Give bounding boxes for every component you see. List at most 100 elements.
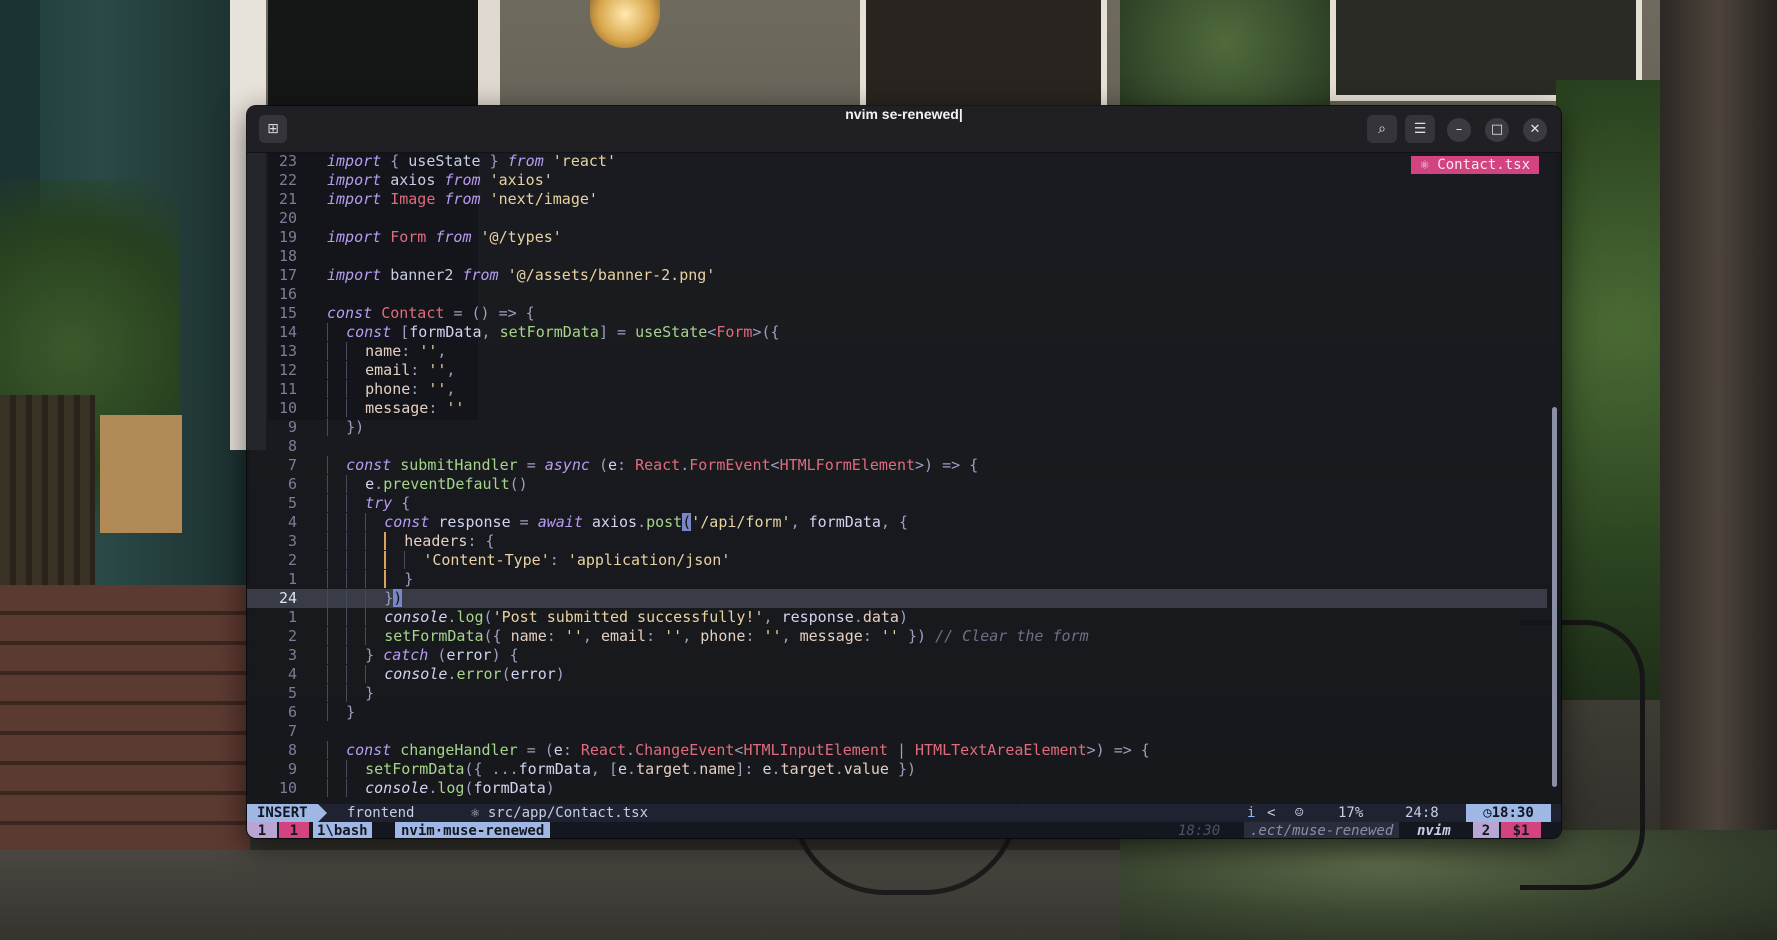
line-number: 7 <box>287 722 297 740</box>
git-branch: frontend <box>347 805 415 821</box>
code-line[interactable]: 5 try { <box>247 494 1547 513</box>
code-line[interactable]: 1 console.log('Post submitted successful… <box>247 608 1547 627</box>
code-line[interactable]: 6 e.preventDefault() <box>247 475 1547 494</box>
tmux-path: .ect/muse-renewed <box>1244 822 1400 838</box>
tmux-session[interactable]: 1 <box>247 822 277 838</box>
line-number: 20 <box>278 209 297 227</box>
line-number: 15 <box>278 304 297 322</box>
code-line[interactable]: 16 <box>247 285 1547 304</box>
line-number: 21 <box>278 190 297 208</box>
code-line[interactable]: 23 import { useState } from 'react' <box>247 152 1547 171</box>
code-line[interactable]: 9 setFormData({ ...formData, [e.target.n… <box>247 760 1547 779</box>
line-number: 3 <box>287 646 297 664</box>
close-icon: ✕ <box>1529 122 1541 137</box>
code-line[interactable]: 19 import Form from '@/types' <box>247 228 1547 247</box>
line-number: 9 <box>287 760 297 778</box>
scroll-percent: 17% <box>1338 805 1364 821</box>
code-line[interactable]: 9 }) <box>247 418 1547 437</box>
line-number: 5 <box>287 684 297 702</box>
code-line[interactable]: 3 } catch (error) { <box>247 646 1547 665</box>
insert-indicator: i <box>1247 805 1256 821</box>
window-title: nvim se-renewed| <box>845 106 963 122</box>
code-line[interactable]: 3 headers: { <box>247 532 1547 551</box>
line-number: 4 <box>287 665 297 683</box>
code-line[interactable]: 8 <box>247 437 1547 456</box>
code-editor[interactable]: ⚛ Contact.tsx 23 import { useState } from… <box>247 152 1561 804</box>
line-number: 4 <box>287 513 297 531</box>
code-line[interactable]: 7 <box>247 722 1547 741</box>
tmux-statusbar: 1 1 1\bash nvim·muse-renewed 18:30 .ect/… <box>247 822 1561 839</box>
cursor-position: 24:8 <box>1405 805 1439 821</box>
code-line[interactable]: 6 } <box>247 703 1547 722</box>
hamburger-menu-icon: ☰ <box>1413 121 1427 137</box>
close-button[interactable]: ✕ <box>1523 118 1547 142</box>
code-line[interactable]: 2 'Content-Type': 'application/json' <box>247 551 1547 570</box>
code-line[interactable]: 14 const [formData, setFormData] = useSt… <box>247 323 1547 342</box>
code-line[interactable]: 21 import Image from 'next/image' <box>247 190 1547 209</box>
code-line[interactable]: 22 import axios from 'axios' <box>247 171 1547 190</box>
line-number: 11 <box>278 380 297 398</box>
line-number: 1 <box>287 570 297 588</box>
line-number: 13 <box>278 342 297 360</box>
code-line[interactable]: 7 const submitHandler = async (e: React.… <box>247 456 1547 475</box>
code-line[interactable]: 8 const changeHandler = (e: React.Change… <box>247 741 1547 760</box>
line-number: 17 <box>278 266 297 284</box>
line-number: 10 <box>278 399 297 417</box>
code-line[interactable]: 4 console.error(error) <box>247 665 1547 684</box>
tmux-clock: 18:30 <box>1178 823 1221 839</box>
nvim-statusline: INSERT frontend ⚛ src/app/Contact.tsx i … <box>247 804 1561 822</box>
line-number: 10 <box>278 779 297 797</box>
code-line[interactable]: 12 email: '', <box>247 361 1547 380</box>
copilot-icon: ☺ <box>1295 805 1304 821</box>
tmux-alert: 1 <box>279 822 309 838</box>
line-number: 22 <box>278 171 297 189</box>
code-line[interactable]: 2 setFormData({ name: '', email: '', pho… <box>247 627 1547 646</box>
line-number: 18 <box>278 247 297 265</box>
line-number: 9 <box>287 418 297 436</box>
vertical-scrollbar[interactable] <box>1552 407 1557 787</box>
minimize-icon: – <box>1455 122 1463 137</box>
minimize-button[interactable]: – <box>1447 118 1471 142</box>
mode-indicator: INSERT <box>247 804 327 822</box>
line-number: 2 <box>287 627 297 645</box>
clock: ◷18:30 <box>1466 804 1551 822</box>
current-code-line[interactable]: 24 }) <box>247 589 1547 608</box>
code-line[interactable]: 15 const Contact = () => { <box>247 304 1547 323</box>
line-number: 6 <box>287 475 297 493</box>
new-tab-icon: ⊞ <box>267 121 279 137</box>
new-tab-button[interactable]: ⊞ <box>259 115 287 143</box>
code-line[interactable]: 20 <box>247 209 1547 228</box>
code-line[interactable]: 5 } <box>247 684 1547 703</box>
terminal-window[interactable]: nvim se-renewed| ⊞ ⌕ ☰ – □ ✕ ⚛ Contact.t… <box>246 105 1562 839</box>
tmux-window-bash[interactable]: 1\bash <box>313 822 372 838</box>
line-number: 5 <box>287 494 297 512</box>
line-number: 6 <box>287 703 297 721</box>
line-number: 1 <box>287 608 297 626</box>
maximize-button[interactable]: □ <box>1485 118 1509 142</box>
code-line[interactable]: 18 <box>247 247 1547 266</box>
line-number: 24 <box>278 589 297 607</box>
tmux-window-nvim[interactable]: nvim·muse-renewed <box>395 822 551 838</box>
line-number: 8 <box>287 741 297 759</box>
code-line[interactable]: 10 console.log(formData) <box>247 779 1547 798</box>
window-titlebar[interactable]: nvim se-renewed| ⊞ ⌕ ☰ – □ ✕ <box>247 106 1561 153</box>
line-number: 8 <box>287 437 297 455</box>
maximize-icon: □ <box>1490 122 1504 137</box>
tmux-host: nvim <box>1417 823 1451 839</box>
code-line[interactable]: 1 } <box>247 570 1547 589</box>
code-line[interactable]: 10 message: '' <box>247 399 1547 418</box>
line-number: 23 <box>278 152 297 170</box>
line-number: 3 <box>287 532 297 550</box>
code-line[interactable]: 11 phone: '', <box>247 380 1547 399</box>
separator-icon: < <box>1267 805 1276 821</box>
search-button[interactable]: ⌕ <box>1367 115 1397 143</box>
code-line[interactable]: 13 name: '', <box>247 342 1547 361</box>
line-number: 12 <box>278 361 297 379</box>
line-number: 14 <box>278 323 297 341</box>
code-line[interactable]: 4 const response = await axios.post('/ap… <box>247 513 1547 532</box>
menu-button[interactable]: ☰ <box>1405 115 1435 143</box>
line-number: 7 <box>287 456 297 474</box>
tmux-pane-count: 2 <box>1473 822 1499 838</box>
line-number: 2 <box>287 551 297 569</box>
code-line[interactable]: 17 import banner2 from '@/assets/banner-2… <box>247 266 1547 285</box>
